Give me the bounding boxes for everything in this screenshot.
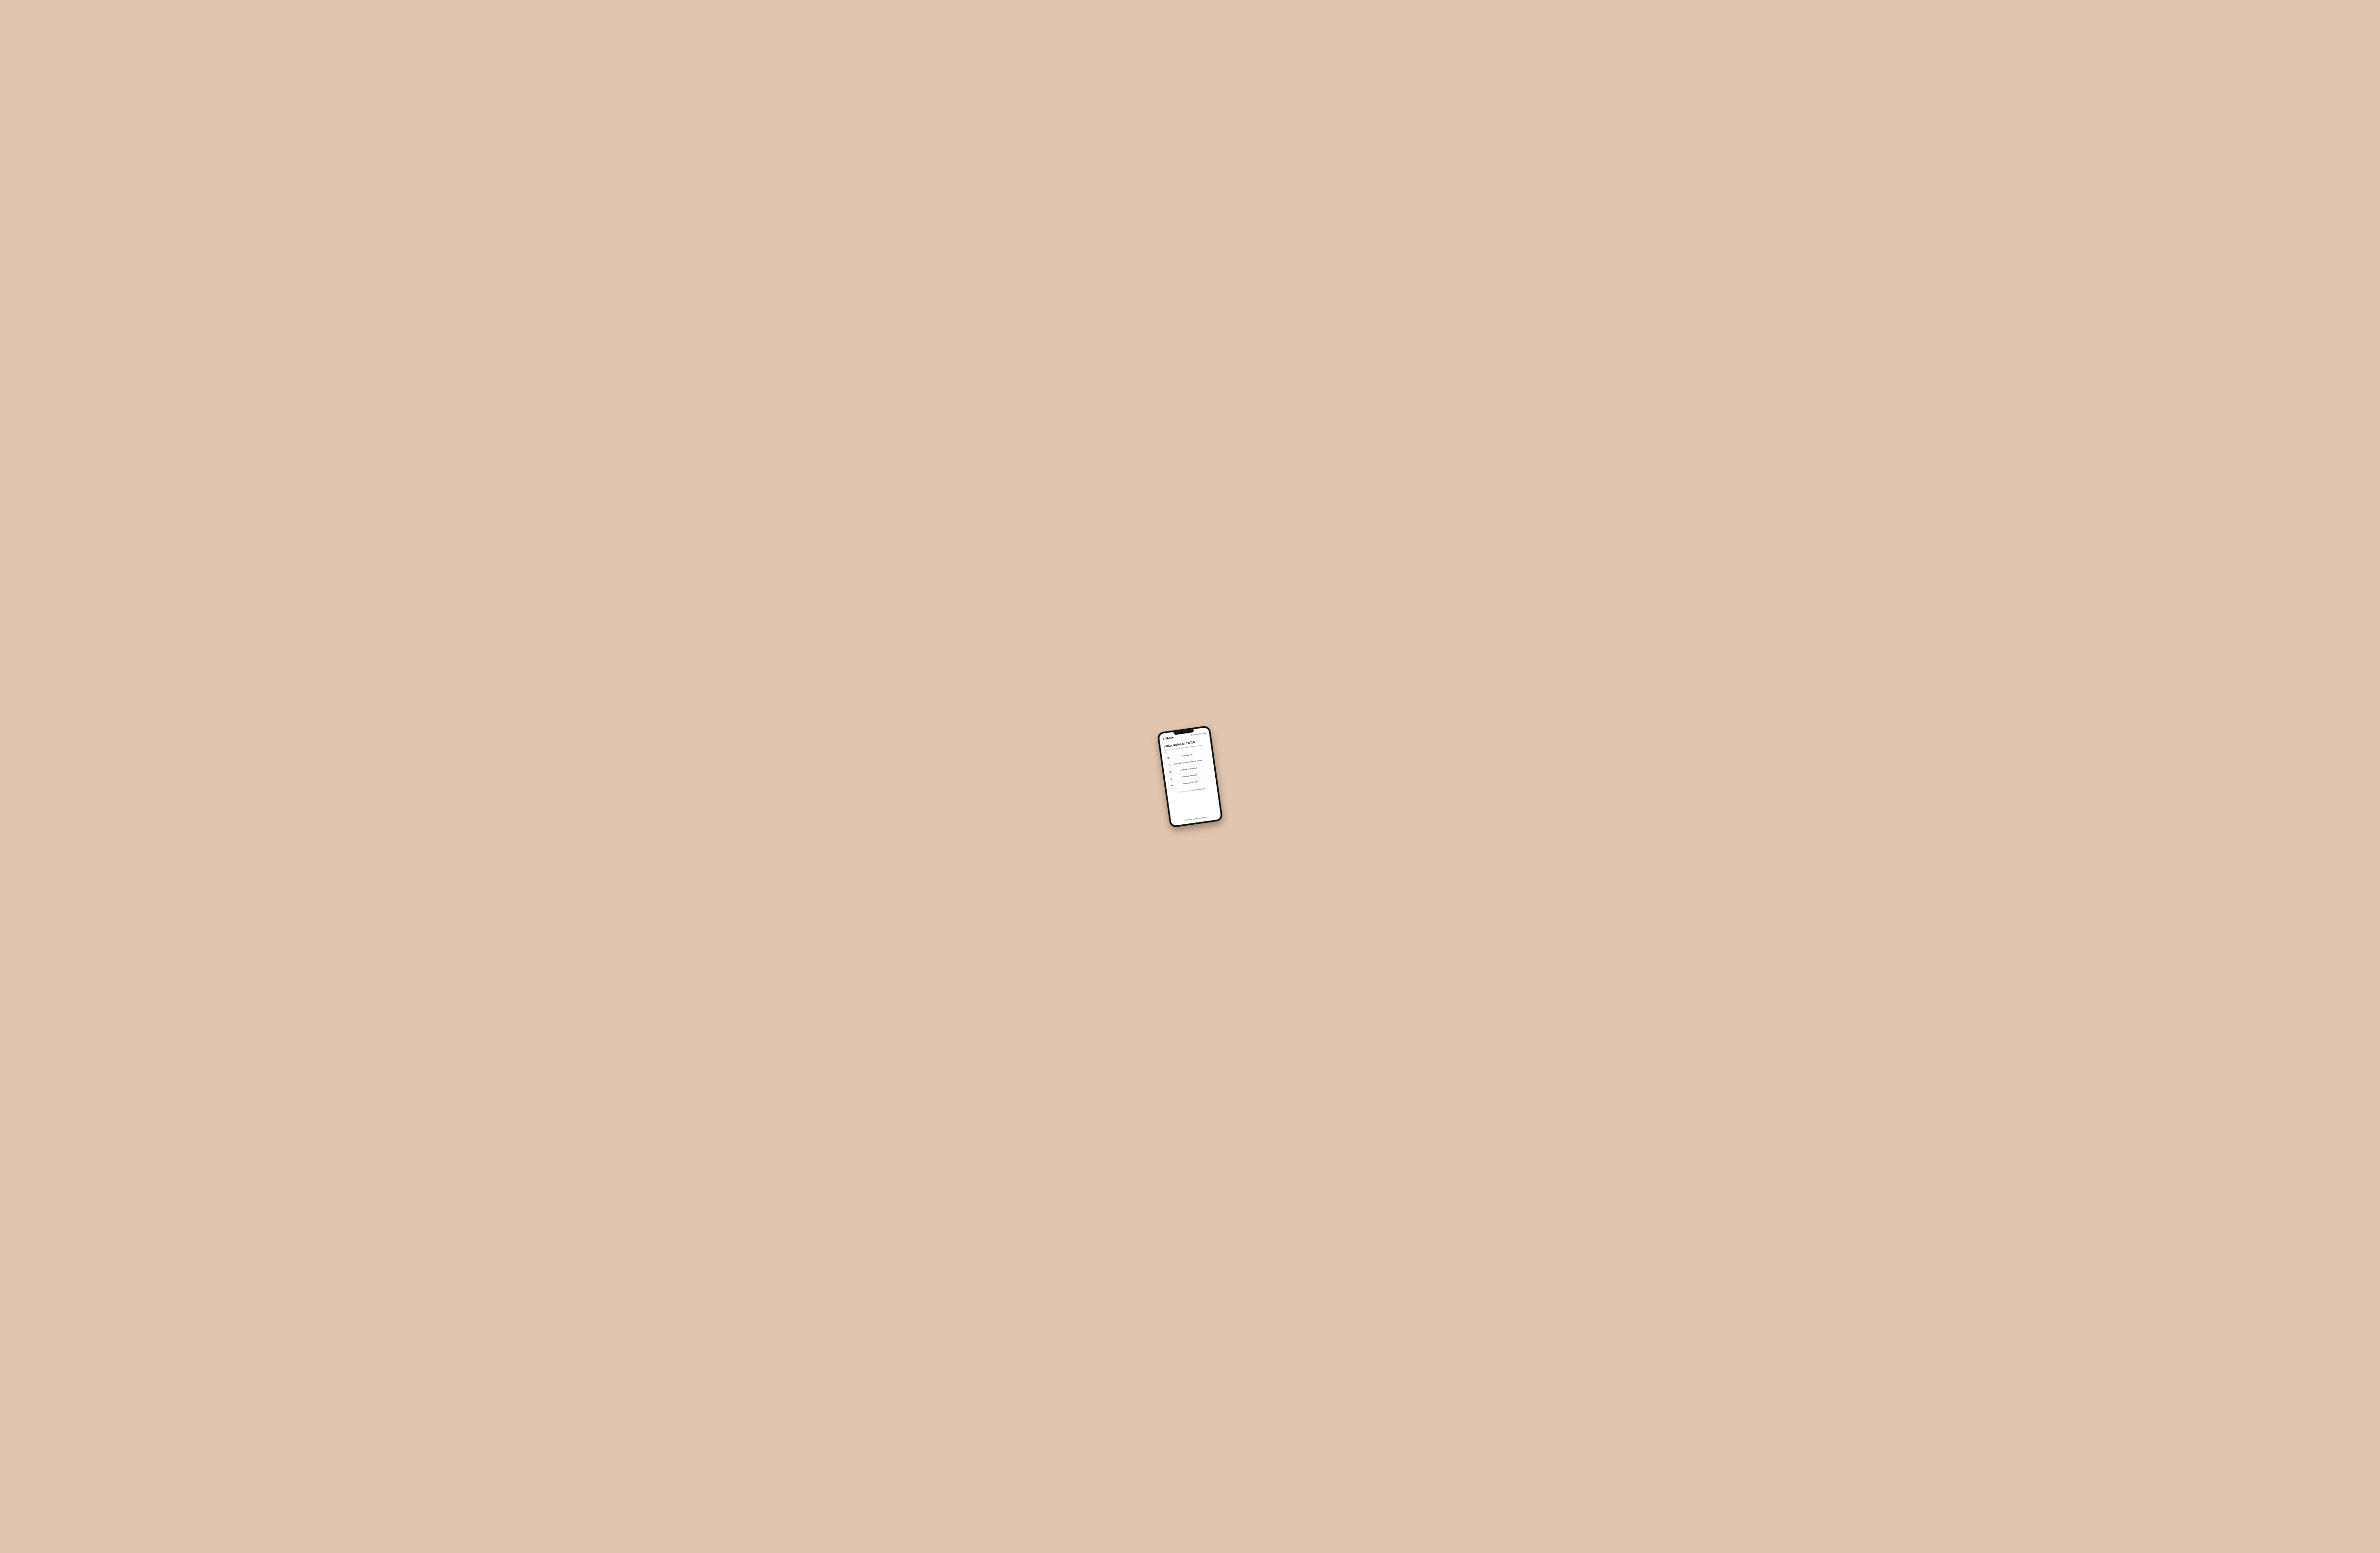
login-options: Usar código QR Usar teléfono/correo/nomb… [1165,750,1213,789]
signup-question: ¿No tienes cuenta? [1185,818,1199,821]
brand: TikTok [1162,736,1173,741]
brand-name: TikTok [1165,736,1173,740]
terms-link[interactable]: Términos de uso [1201,785,1210,788]
tiktok-logo-icon [1162,737,1165,741]
phone-frame: TikTok Comentarios y ayuda Iniciar sesió [1157,725,1223,828]
help-icon [1191,734,1193,736]
help-link[interactable]: Comentarios y ayuda [1191,732,1207,736]
signup-link[interactable]: Registrarse [1199,816,1207,819]
help-label: Comentarios y ayuda [1193,732,1207,735]
screen: TikTok Comentarios y ayuda Iniciar sesió [1159,727,1221,826]
stage: TikTok Comentarios y ayuda Iniciar sesió [892,583,1488,971]
main: Iniciar sesión en TikTok Gestiona tu cue… [1160,735,1220,819]
